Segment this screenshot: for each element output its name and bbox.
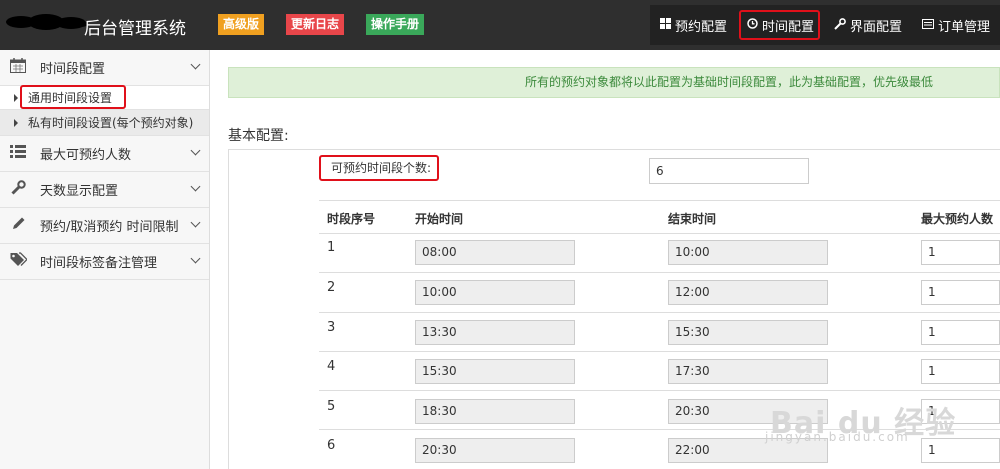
- end-time-input[interactable]: 10:00: [668, 240, 828, 265]
- start-time-input[interactable]: 15:30: [415, 359, 575, 384]
- info-notice: 所有的预约对象都将以此配置为基础时间段配置，此为基础配置，优先级最低: [228, 67, 1000, 98]
- max-people-input[interactable]: 1: [921, 359, 1000, 384]
- chevron-down-icon: [190, 253, 201, 264]
- nav-ui-config[interactable]: 界面配置: [824, 5, 912, 45]
- sidebar-group-label: 时间段标签备注管理: [40, 256, 158, 271]
- slot-count-label: 可预约时间段个数:: [319, 155, 439, 181]
- sidebar-group-time-slots[interactable]: 时间段配置: [0, 50, 209, 86]
- row-number: 2: [327, 280, 336, 295]
- sidebar-group-label: 时间段配置: [40, 62, 106, 77]
- highlight-box: [20, 85, 126, 109]
- changelog-button[interactable]: 更新日志: [286, 14, 345, 35]
- nav-time-config[interactable]: 时间配置: [737, 5, 824, 45]
- max-people-input[interactable]: 1: [921, 280, 1000, 305]
- wrench-icon: [834, 17, 846, 33]
- table-divider: [319, 390, 1000, 391]
- table-divider: [319, 272, 1000, 273]
- start-time-input[interactable]: 18:30: [415, 399, 575, 424]
- chevron-down-icon: [190, 181, 201, 192]
- start-time-input[interactable]: 10:00: [415, 280, 575, 305]
- header-slot-number: 时段序号: [327, 212, 376, 226]
- sidebar-group-tags[interactable]: 时间段标签备注管理: [0, 244, 209, 280]
- table-divider: [319, 312, 1000, 313]
- end-time-input[interactable]: 12:00: [668, 280, 828, 305]
- app-title: 后台管理系统: [84, 19, 186, 39]
- header-start-time: 开始时间: [415, 212, 464, 226]
- table-divider: [319, 233, 1000, 234]
- watermark-url: jingyan.baidu.com: [765, 430, 910, 444]
- start-time-input[interactable]: 13:30: [415, 320, 575, 345]
- chevron-down-icon: [190, 145, 201, 156]
- row-number: 1: [327, 240, 336, 255]
- tags-icon: [8, 252, 28, 271]
- sidebar-group-max-people[interactable]: 最大可预约人数: [0, 136, 209, 172]
- wrench-icon: [8, 180, 28, 199]
- manual-button[interactable]: 操作手册: [366, 14, 425, 35]
- nav-label: 订单管理: [937, 19, 990, 35]
- sidebar-item-private-slots[interactable]: 私有时间段设置(每个预约对象): [0, 110, 209, 136]
- row-number: 4: [327, 359, 336, 374]
- sidebar-item-general-slots[interactable]: 通用时间段设置: [0, 85, 209, 110]
- nav-booking-config[interactable]: 预约配置: [650, 5, 737, 45]
- sidebar-group-label: 天数显示配置: [40, 184, 119, 199]
- calendar-icon: [8, 58, 28, 77]
- header-max-people: 最大预约人数: [921, 212, 994, 226]
- row-number: 5: [327, 399, 336, 414]
- sidebar: 时间段配置 通用时间段设置 私有时间段设置(每个预约对象) 最大可预约人数 天数…: [0, 50, 210, 469]
- nav-label: 界面配置: [849, 19, 902, 35]
- start-time-input[interactable]: 08:00: [415, 240, 575, 265]
- highlight-box: [738, 10, 820, 40]
- sidebar-item-label: 私有时间段设置(每个预约对象): [28, 116, 194, 130]
- pro-version-badge[interactable]: 高级版: [218, 14, 265, 35]
- sidebar-group-days-display[interactable]: 天数显示配置: [0, 172, 209, 208]
- slot-count-input[interactable]: 6: [649, 158, 809, 184]
- top-nav: 预约配置 时间配置 界面配置 订单管理: [649, 5, 1000, 45]
- end-time-input[interactable]: 15:30: [668, 320, 828, 345]
- end-time-input[interactable]: 17:30: [668, 359, 828, 384]
- nav-order-management[interactable]: 订单管理: [912, 5, 1000, 45]
- logo-redaction: [0, 12, 88, 34]
- sidebar-group-label: 最大可预约人数: [40, 148, 132, 163]
- section-title: 基本配置:: [228, 128, 289, 144]
- card-icon: [921, 18, 934, 32]
- caret-right-icon: [14, 93, 18, 102]
- top-bar: 后台管理系统 高级版 更新日志 操作手册 预约配置 时间配置 界面配置 订单管理: [0, 0, 1000, 50]
- nav-label: 预约配置: [674, 19, 727, 35]
- chevron-down-icon: [190, 217, 201, 228]
- table-divider: [319, 351, 1000, 352]
- sidebar-group-label: 预约/取消预约 时间限制: [40, 220, 179, 235]
- pencil-icon: [8, 216, 28, 235]
- row-number: 3: [327, 320, 336, 335]
- chevron-down-icon: [190, 59, 201, 70]
- list-icon: [8, 145, 28, 162]
- max-people-input[interactable]: 1: [921, 320, 1000, 345]
- start-time-input[interactable]: 20:30: [415, 438, 575, 463]
- caret-right-icon: [14, 118, 18, 127]
- grid-icon: [659, 18, 671, 32]
- sidebar-group-time-limit[interactable]: 预约/取消预约 时间限制: [0, 208, 209, 244]
- max-people-input[interactable]: 1: [921, 240, 1000, 265]
- row-number: 6: [327, 438, 336, 453]
- header-end-time: 结束时间: [668, 212, 717, 226]
- table-divider: [319, 200, 1000, 201]
